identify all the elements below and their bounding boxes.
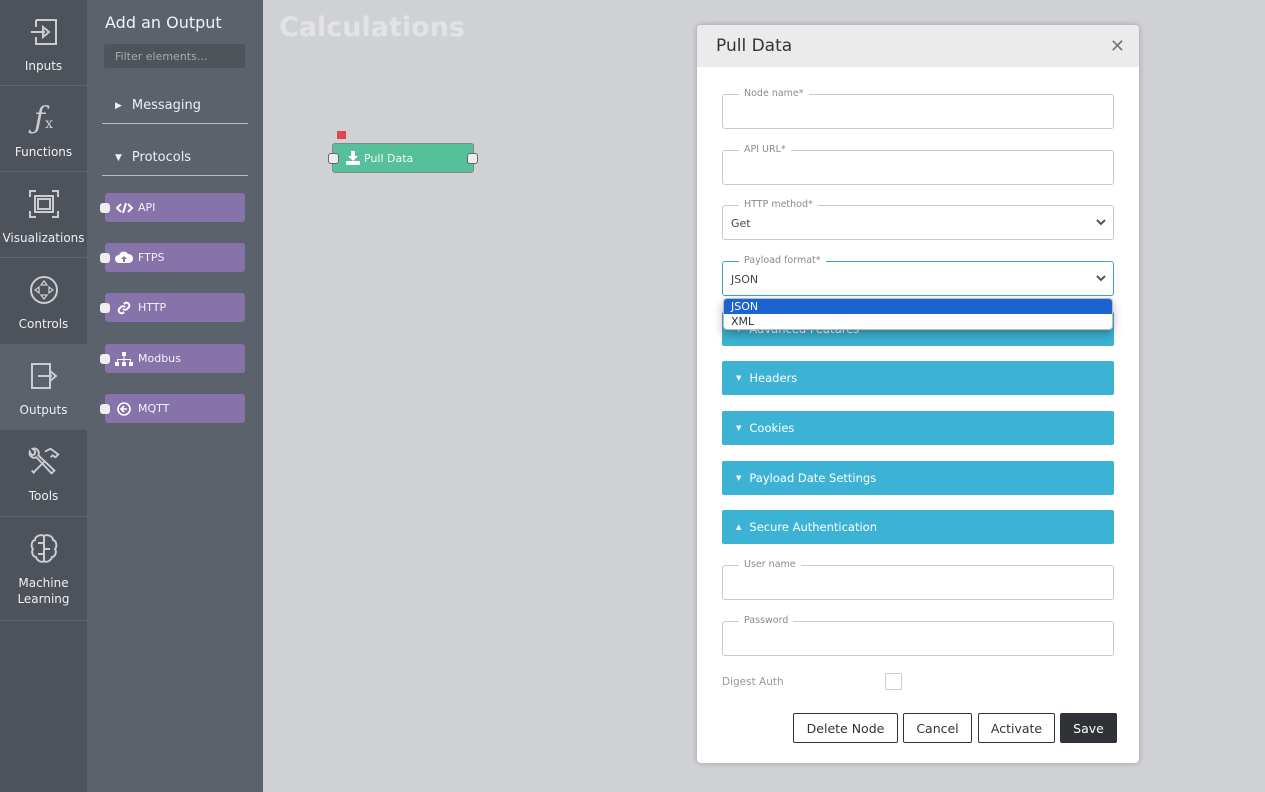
category-rail: Inputs ƒx Functions Visualizations Contr… [0, 0, 87, 792]
selected-value: Get [731, 217, 751, 230]
option-json[interactable]: JSON [724, 299, 1112, 314]
payload-format-select[interactable]: Payload format* JSON [722, 255, 1114, 296]
caret-right-icon: ▶ [115, 100, 122, 111]
function-fx-icon: ƒx [33, 100, 53, 136]
section-secure-authentication[interactable]: ▲ Secure Authentication [722, 510, 1114, 544]
category-messaging[interactable]: ▶ Messaging [102, 88, 248, 124]
pull-data-dialog: Pull Data ✕ Node name* API URL* HTTP met… [697, 25, 1139, 763]
rail-item-tools[interactable]: Tools [0, 430, 87, 517]
visualization-frame-icon [26, 186, 62, 222]
connector-port[interactable] [100, 253, 110, 263]
element-label: FTPS [138, 251, 165, 264]
dialog-title: Pull Data [716, 36, 793, 56]
download-icon [346, 151, 360, 165]
rail-label: Inputs [24, 59, 63, 73]
tools-icon [26, 444, 62, 480]
element-label: API [138, 201, 156, 214]
rail-item-machine-learning[interactable]: Machine Learning [0, 517, 87, 621]
element-modbus[interactable]: Modbus [100, 344, 245, 373]
rail-label: Machine Learning [17, 576, 70, 606]
rail-label: Visualizations [2, 231, 85, 245]
section-label: Cookies [749, 421, 795, 435]
element-label: MQTT [138, 402, 170, 415]
user-name-field[interactable]: User name [722, 559, 1114, 600]
canvas-title: Calculations [279, 12, 465, 43]
caret-up-icon: ▲ [736, 523, 742, 531]
element-ftps[interactable]: FTPS [100, 243, 245, 272]
http-method-select[interactable]: HTTP method* Get [722, 199, 1114, 240]
connector-port[interactable] [100, 354, 110, 364]
rail-item-outputs[interactable]: Outputs [0, 344, 87, 430]
dialog-header: Pull Data ✕ [697, 25, 1139, 67]
rail-label: Tools [28, 489, 59, 503]
node-name-field[interactable]: Node name* [722, 88, 1114, 129]
delete-node-button[interactable]: Delete Node [793, 713, 898, 743]
payload-format-options: JSON XML [723, 298, 1113, 330]
connector-port[interactable] [100, 303, 110, 313]
sitemap-icon [115, 351, 133, 366]
code-icon [115, 202, 133, 214]
api-url-input[interactable] [723, 151, 1113, 184]
circle-arrow-left-icon [115, 401, 133, 416]
canvas-node-pull-data[interactable]: Pull Data [328, 143, 478, 173]
category-label: Messaging [131, 98, 202, 113]
section-label: Secure Authentication [749, 520, 878, 534]
category-label: Protocols [131, 150, 192, 165]
api-url-field[interactable]: API URL* [722, 144, 1114, 185]
caret-down-icon: ▼ [736, 424, 742, 432]
rail-item-functions[interactable]: ƒx Functions [0, 86, 87, 172]
section-cookies[interactable]: ▼ Cookies [722, 411, 1114, 445]
connector-port[interactable] [100, 404, 110, 414]
digest-auth-label: Digest Auth [722, 676, 784, 688]
brain-icon [26, 531, 62, 567]
cancel-button[interactable]: Cancel [903, 713, 972, 743]
node-label: Pull Data [364, 151, 414, 165]
element-panel: Add an Output ▶ Messaging ▼ Protocols AP… [87, 0, 263, 792]
section-headers[interactable]: ▼ Headers [722, 361, 1114, 395]
input-arrow-icon [26, 14, 62, 50]
connector-port[interactable] [100, 203, 110, 213]
save-button[interactable]: Save [1060, 713, 1117, 743]
rail-item-controls[interactable]: Controls [0, 258, 87, 344]
selected-value: JSON [731, 273, 759, 286]
activate-button[interactable]: Activate [978, 713, 1055, 743]
element-api[interactable]: API [100, 193, 245, 222]
node-output-port[interactable] [467, 153, 478, 164]
element-label: HTTP [138, 301, 167, 314]
panel-title: Add an Output [105, 13, 222, 32]
node-input-port[interactable] [328, 153, 339, 164]
field-label: HTTP method* [739, 199, 818, 211]
chevron-down-icon [1096, 275, 1106, 282]
element-http[interactable]: HTTP [100, 293, 245, 322]
rail-label: Controls [18, 317, 69, 331]
user-name-input[interactable] [723, 566, 1113, 599]
field-label: Payload format* [739, 255, 826, 267]
section-label: Payload Date Settings [749, 471, 877, 485]
rail-label: Functions [14, 145, 73, 159]
link-icon [115, 301, 133, 315]
digest-auth-checkbox[interactable] [885, 673, 902, 690]
section-payload-date-settings[interactable]: ▼ Payload Date Settings [722, 461, 1114, 495]
close-icon[interactable]: ✕ [1110, 36, 1125, 57]
chevron-down-icon [1096, 219, 1106, 226]
element-mqtt[interactable]: MQTT [100, 394, 245, 423]
rail-label: Outputs [19, 403, 68, 417]
output-arrow-icon [26, 358, 62, 394]
dpad-control-icon [26, 272, 62, 308]
password-field[interactable]: Password [722, 615, 1114, 656]
password-input[interactable] [723, 622, 1113, 655]
caret-down-icon: ▼ [115, 152, 122, 163]
option-xml[interactable]: XML [724, 314, 1112, 329]
node-error-flag [337, 131, 346, 139]
cloud-upload-icon [115, 251, 133, 264]
node-name-input[interactable] [723, 95, 1113, 128]
section-label: Headers [749, 371, 798, 385]
caret-down-icon: ▼ [736, 474, 742, 482]
rail-item-visualizations[interactable]: Visualizations [0, 172, 87, 258]
caret-down-icon: ▼ [736, 374, 742, 382]
rail-item-inputs[interactable]: Inputs [0, 0, 87, 86]
element-label: Modbus [138, 352, 181, 365]
category-protocols[interactable]: ▼ Protocols [102, 140, 248, 176]
filter-elements-input[interactable] [104, 44, 245, 68]
